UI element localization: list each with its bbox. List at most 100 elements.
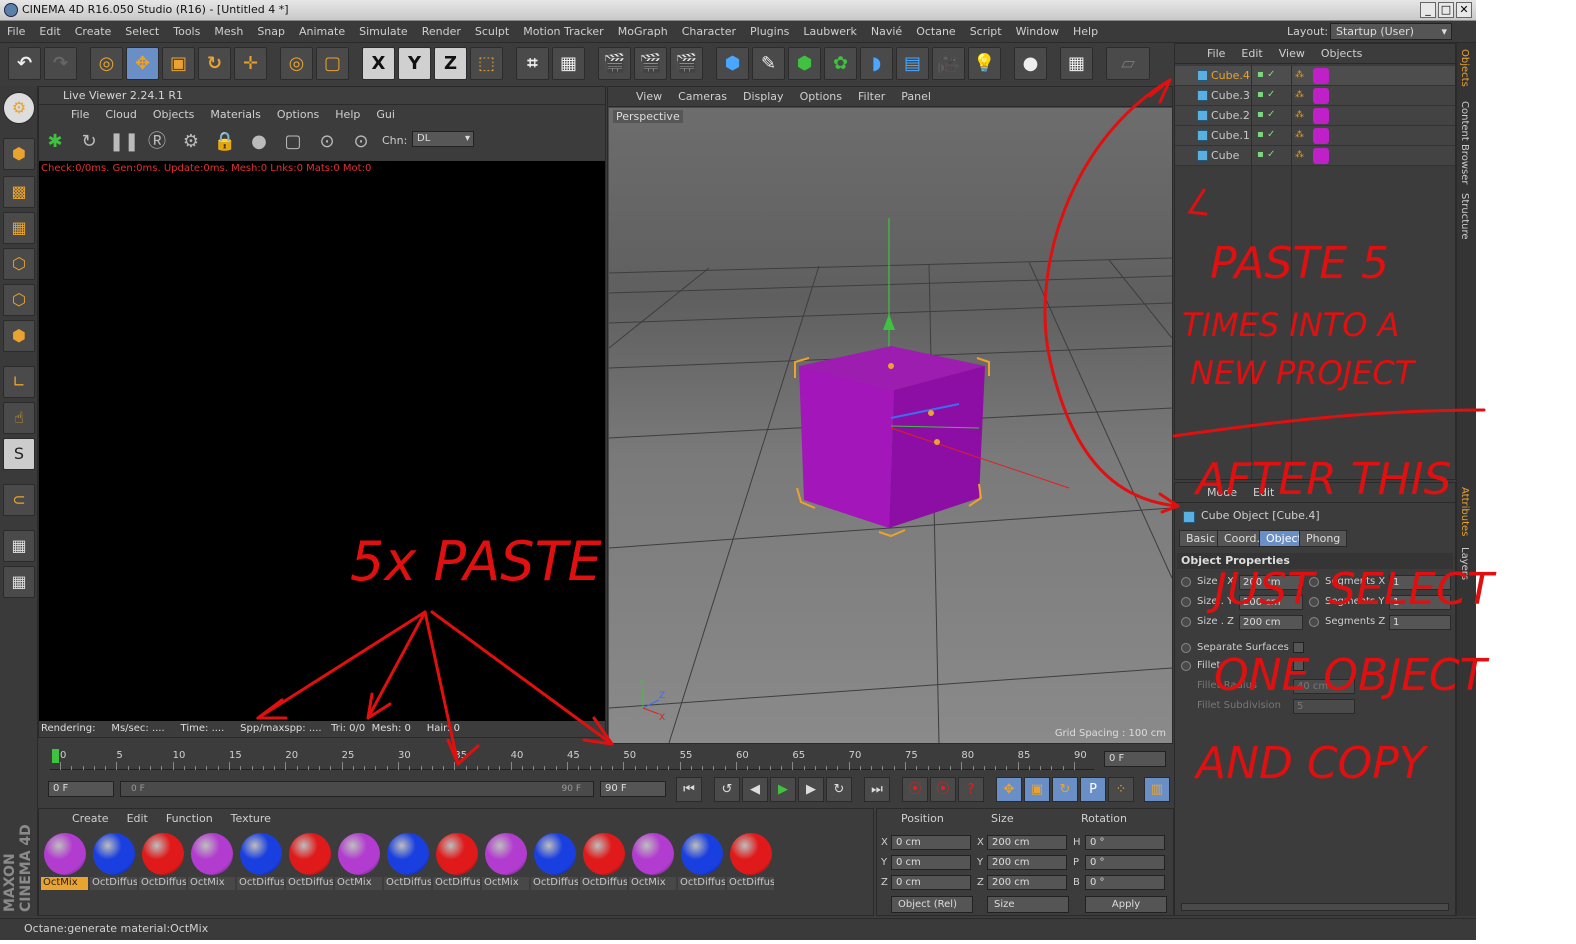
menu-item[interactable]: Render — [415, 21, 468, 43]
menu-item[interactable]: Plugins — [743, 21, 796, 43]
viewport-menu-item[interactable]: Filter — [850, 87, 893, 106]
material-item[interactable]: OctMix — [629, 833, 676, 891]
material-tag-icon[interactable] — [1313, 148, 1329, 164]
viewport-canvas[interactable]: Y Z X Perspective Grid Spacing : 100 cm — [608, 108, 1173, 744]
attributes-menu-item[interactable]: Edit — [1245, 483, 1282, 502]
box-icon[interactable]: ▢ — [279, 128, 307, 156]
size-x-field[interactable]: 200 cm — [987, 835, 1067, 850]
light-icon[interactable]: 💡 — [968, 47, 1001, 80]
material-preview[interactable] — [240, 833, 282, 875]
octane-tag-icon[interactable]: ⁂ — [1295, 70, 1304, 80]
scale-tool-icon[interactable]: ▣ — [162, 47, 195, 80]
pos-z-field[interactable]: 0 cm — [891, 875, 971, 890]
live-viewer-menu-item[interactable]: File — [63, 105, 97, 124]
material-item[interactable]: OctDiffus — [678, 833, 725, 891]
y-axis-icon[interactable]: Y — [398, 47, 431, 80]
visibility-check-icon[interactable]: ▪ ✓ — [1257, 129, 1275, 140]
size-y-field[interactable]: 200 cm — [987, 855, 1067, 870]
workplane-lock-icon[interactable]: ▦ — [3, 530, 35, 562]
start-frame-field[interactable]: 0 F — [48, 781, 114, 797]
material-item[interactable]: OctDiffus — [237, 833, 284, 891]
material-item[interactable]: OctMix — [335, 833, 382, 891]
sphere-icon[interactable]: ● — [245, 128, 273, 156]
material-tag-icon[interactable] — [1313, 108, 1329, 124]
keyframe-selection-icon[interactable]: ? — [958, 777, 984, 802]
menu-item[interactable]: Laubwerk — [796, 21, 863, 43]
material-item[interactable]: OctDiffus — [139, 833, 186, 891]
floor-icon[interactable]: ▤ — [896, 47, 929, 80]
model-mode-icon[interactable]: ⬢ — [3, 138, 35, 170]
live-viewer-menu-item[interactable]: Cloud — [97, 105, 144, 124]
object-row[interactable]: Cube ▪ ✓ ⁂ — [1175, 146, 1455, 166]
layout-icon[interactable]: ▱ — [1106, 47, 1150, 80]
viewport-menu-item[interactable]: View — [628, 87, 670, 106]
octane-tag-icon[interactable]: ⁂ — [1295, 110, 1304, 120]
axis-mode-icon[interactable]: ∟ — [3, 366, 35, 398]
object-manager-menu-item[interactable]: Objects — [1313, 44, 1371, 63]
menu-item[interactable]: Simulate — [352, 21, 415, 43]
material-preview[interactable] — [338, 833, 380, 875]
frame-range-slider[interactable]: 0 F 90 F — [120, 781, 594, 797]
material-preview[interactable] — [534, 833, 576, 875]
animate-radio[interactable] — [1181, 643, 1191, 653]
timeline-ruler[interactable]: 0 5 10 15 20 25 30 35 40 45 50 55 60 65 70 75 80 85 90 — [50, 748, 1094, 770]
tab-objects[interactable]: Objects — [1459, 49, 1470, 87]
material-tag-icon[interactable] — [1313, 88, 1329, 104]
menu-item[interactable]: Octane — [909, 21, 963, 43]
material-item[interactable]: OctDiffus — [384, 833, 431, 891]
menu-item[interactable]: Window — [1009, 21, 1066, 43]
go-to-start-icon[interactable]: ⏮ — [676, 777, 702, 802]
play-icon[interactable]: ▶ — [770, 777, 796, 802]
recent-tool-icon[interactable]: ✛ — [234, 47, 267, 80]
focus-pin-icon[interactable]: ⊙ — [313, 128, 341, 156]
undo-icon[interactable]: ↶ — [8, 47, 41, 80]
material-menu-item[interactable]: Function — [157, 809, 222, 829]
live-viewer-menu-item[interactable]: Objects — [145, 105, 203, 124]
menu-item[interactable]: Snap — [250, 21, 292, 43]
redo-icon[interactable]: ↷ — [44, 47, 77, 80]
segments-z-field[interactable]: 1 — [1389, 615, 1451, 630]
pos-x-field[interactable]: 0 cm — [891, 835, 971, 850]
lock-icon[interactable]: 🔒 — [211, 128, 239, 156]
material-item[interactable]: OctDiffus — [286, 833, 333, 891]
octane-tag-icon[interactable]: ⁂ — [1295, 150, 1304, 160]
close-button[interactable]: ✕ — [1456, 2, 1472, 18]
render-area[interactable] — [39, 161, 605, 721]
coordinate-system-icon[interactable]: ⬚ — [470, 47, 503, 80]
render-settings-icon[interactable]: ⌗ — [516, 47, 549, 80]
object-name[interactable]: Cube — [1211, 149, 1239, 162]
attributes-scrollbar[interactable] — [1181, 903, 1449, 911]
material-preview[interactable] — [583, 833, 625, 875]
mograph-icon[interactable]: ✿ — [824, 47, 857, 80]
current-frame-field[interactable]: 0 F — [1104, 751, 1166, 767]
material-item[interactable]: OctDiffus — [727, 833, 774, 891]
object-row[interactable]: Cube.2 ▪ ✓ ⁂ — [1175, 106, 1455, 126]
menu-item[interactable]: Help — [1066, 21, 1105, 43]
material-item[interactable]: OctDiffus — [531, 833, 578, 891]
tab-basic[interactable]: Basic — [1179, 530, 1223, 547]
separate-surfaces-checkbox[interactable] — [1293, 642, 1304, 653]
tab-structure[interactable]: Structure — [1459, 193, 1470, 240]
cube-object-icon[interactable]: ⬢ — [716, 47, 749, 80]
pos-y-field[interactable]: 0 cm — [891, 855, 971, 870]
timeline-playhead[interactable] — [52, 749, 59, 763]
material-pin-icon[interactable]: ⊙ — [347, 128, 375, 156]
select-cursor-icon[interactable]: ◎ — [280, 47, 313, 80]
tab-layers[interactable]: Layers — [1459, 547, 1470, 580]
edit-render-settings-icon[interactable]: 🎬 — [670, 47, 703, 80]
menu-item[interactable]: Animate — [292, 21, 352, 43]
make-editable-icon[interactable]: ⚙ — [3, 92, 35, 124]
live-selection-icon[interactable]: ◎ — [90, 47, 123, 80]
end-frame-field[interactable]: 90 F — [600, 781, 666, 797]
tab-attributes[interactable]: Attributes — [1459, 487, 1470, 536]
animate-radio[interactable] — [1309, 617, 1319, 627]
object-manager-menu-item[interactable]: View — [1271, 44, 1313, 63]
rot-b-field[interactable]: 0 ° — [1085, 875, 1165, 890]
rot-h-field[interactable]: 0 ° — [1085, 835, 1165, 850]
object-manager-menu-item[interactable]: File — [1199, 44, 1233, 63]
menu-item[interactable]: MoGraph — [611, 21, 675, 43]
object-manager-menu-item[interactable]: Edit — [1233, 44, 1270, 63]
axis-handle[interactable] — [888, 363, 894, 369]
octane-start-icon[interactable]: ✱ — [41, 128, 69, 156]
animate-radio[interactable] — [1181, 661, 1191, 671]
